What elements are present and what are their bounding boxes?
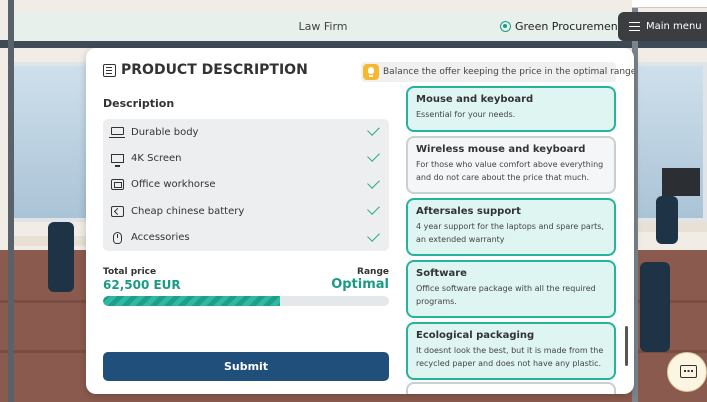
feature-list: Durable body 4K Screen Office workhorse … — [103, 119, 389, 251]
hamburger-icon — [629, 22, 640, 31]
option-card-next[interactable] — [406, 382, 616, 394]
top-right-strip — [632, 0, 707, 8]
product-description-panel: PRODUCT DESCRIPTION Balance the offer ke… — [86, 48, 634, 394]
option-description: Office software package with all the req… — [416, 284, 596, 306]
pillar-left — [8, 0, 14, 402]
feature-label: Office workhorse — [131, 179, 216, 191]
check-icon — [367, 175, 380, 189]
check-icon — [367, 149, 380, 163]
total-price-value: 62,500 EUR — [103, 278, 181, 292]
screen-icon — [111, 154, 124, 168]
battery-icon — [111, 205, 124, 217]
document-icon — [103, 63, 116, 77]
main-menu-label: Main menu — [646, 21, 702, 32]
check-icon — [367, 123, 380, 136]
feature-item[interactable]: Durable body — [103, 119, 389, 145]
option-title: Wireless mouse and keyboard — [416, 144, 586, 155]
range-value: Optimal — [331, 277, 389, 292]
panel-title-text: PRODUCT DESCRIPTION — [121, 62, 308, 78]
option-description: It doesnt look the best, but it is made … — [416, 346, 604, 368]
feature-label: Cheap chinese battery — [131, 205, 245, 217]
chat-icon — [680, 365, 697, 378]
panel-title: PRODUCT DESCRIPTION — [103, 62, 308, 78]
price-progress-bar — [103, 296, 389, 306]
chat-button[interactable] — [667, 352, 707, 392]
option-description: For those who value comfort above everyt… — [416, 160, 604, 182]
top-bar: Law Firm Green Procurement — [14, 12, 632, 41]
option-title: Software — [416, 268, 467, 279]
green-procurement-label: Green Procurement — [515, 20, 623, 33]
range-label: Range — [357, 267, 389, 277]
chair-right — [640, 262, 670, 352]
feature-label: Accessories — [131, 232, 190, 244]
lightbulb-icon — [363, 64, 379, 80]
submit-button[interactable]: Submit — [103, 352, 389, 381]
main-menu-button[interactable]: Main menu — [618, 12, 707, 41]
mouse-icon — [113, 231, 122, 244]
leaf-icon — [500, 21, 511, 32]
option-description: 4 year support for the laptops and spare… — [416, 222, 604, 244]
monitor-decor — [662, 168, 700, 196]
option-card[interactable]: Wireless mouse and keyboard For those wh… — [406, 136, 616, 194]
option-description: Essential for your needs. — [416, 110, 516, 119]
option-card[interactable]: Ecological packaging It doesnt look the … — [406, 322, 616, 380]
office-icon — [111, 179, 124, 191]
option-title: Aftersales support — [416, 206, 521, 217]
chair-left — [48, 222, 74, 292]
green-procurement-link[interactable]: Green Procurement — [500, 12, 622, 41]
option-card[interactable]: Aftersales support 4 year support for th… — [406, 198, 616, 256]
laptop-icon — [109, 127, 125, 139]
window-left — [10, 62, 90, 222]
description-heading: Description — [103, 97, 175, 110]
ceiling-beam — [0, 40, 707, 48]
check-icon — [367, 228, 380, 242]
chair-right-back — [656, 196, 678, 244]
feature-item[interactable]: Cheap chinese battery — [103, 198, 389, 224]
check-icon — [367, 202, 380, 216]
feature-item[interactable]: Accessories — [103, 225, 389, 251]
option-title: Ecological packaging — [416, 330, 535, 341]
feature-item[interactable]: Office workhorse — [103, 172, 389, 198]
option-title: Mouse and keyboard — [416, 94, 534, 105]
option-card[interactable]: Mouse and keyboard Essential for your ne… — [406, 86, 616, 132]
feature-label: Durable body — [131, 126, 199, 138]
feature-label: 4K Screen — [131, 153, 182, 165]
option-card[interactable]: Software Office software package with al… — [406, 260, 616, 318]
total-price-label: Total price — [103, 267, 157, 277]
price-progress-fill — [103, 296, 281, 306]
options-scrollbar[interactable] — [625, 326, 628, 366]
feature-item[interactable]: 4K Screen — [103, 145, 389, 171]
options-list[interactable]: Mouse and keyboard Essential for your ne… — [406, 48, 616, 394]
